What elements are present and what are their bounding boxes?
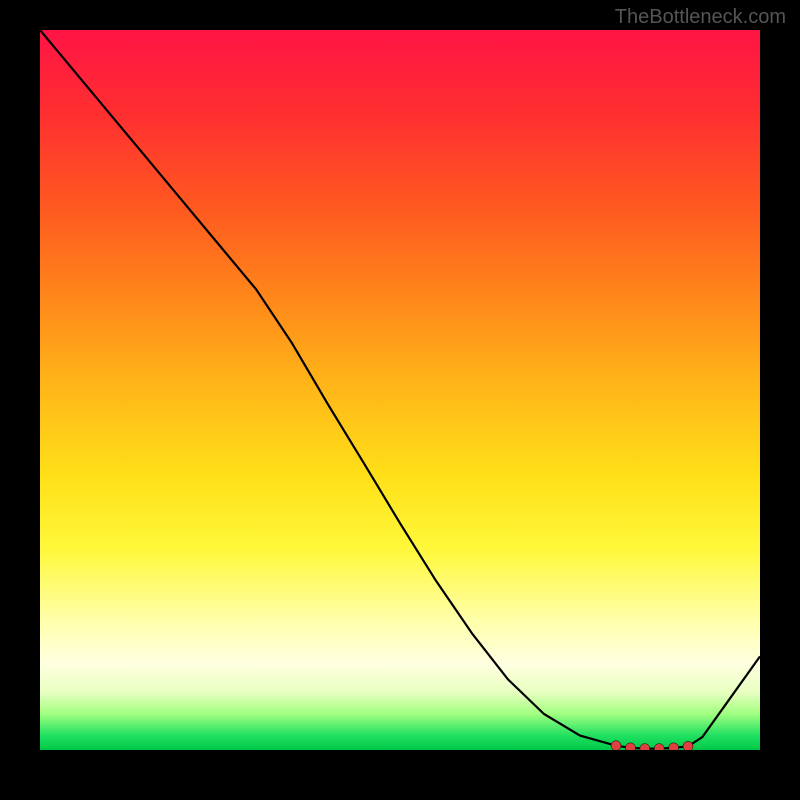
data-marker xyxy=(640,744,650,750)
data-marker xyxy=(654,744,664,750)
bottleneck-line xyxy=(40,30,760,749)
watermark-text: TheBottleneck.com xyxy=(615,6,786,29)
data-marker xyxy=(683,741,693,750)
data-marker xyxy=(625,743,635,750)
chart-svg xyxy=(40,30,760,750)
data-marker xyxy=(611,741,621,750)
chart-area xyxy=(40,30,760,750)
data-marker xyxy=(669,743,679,750)
